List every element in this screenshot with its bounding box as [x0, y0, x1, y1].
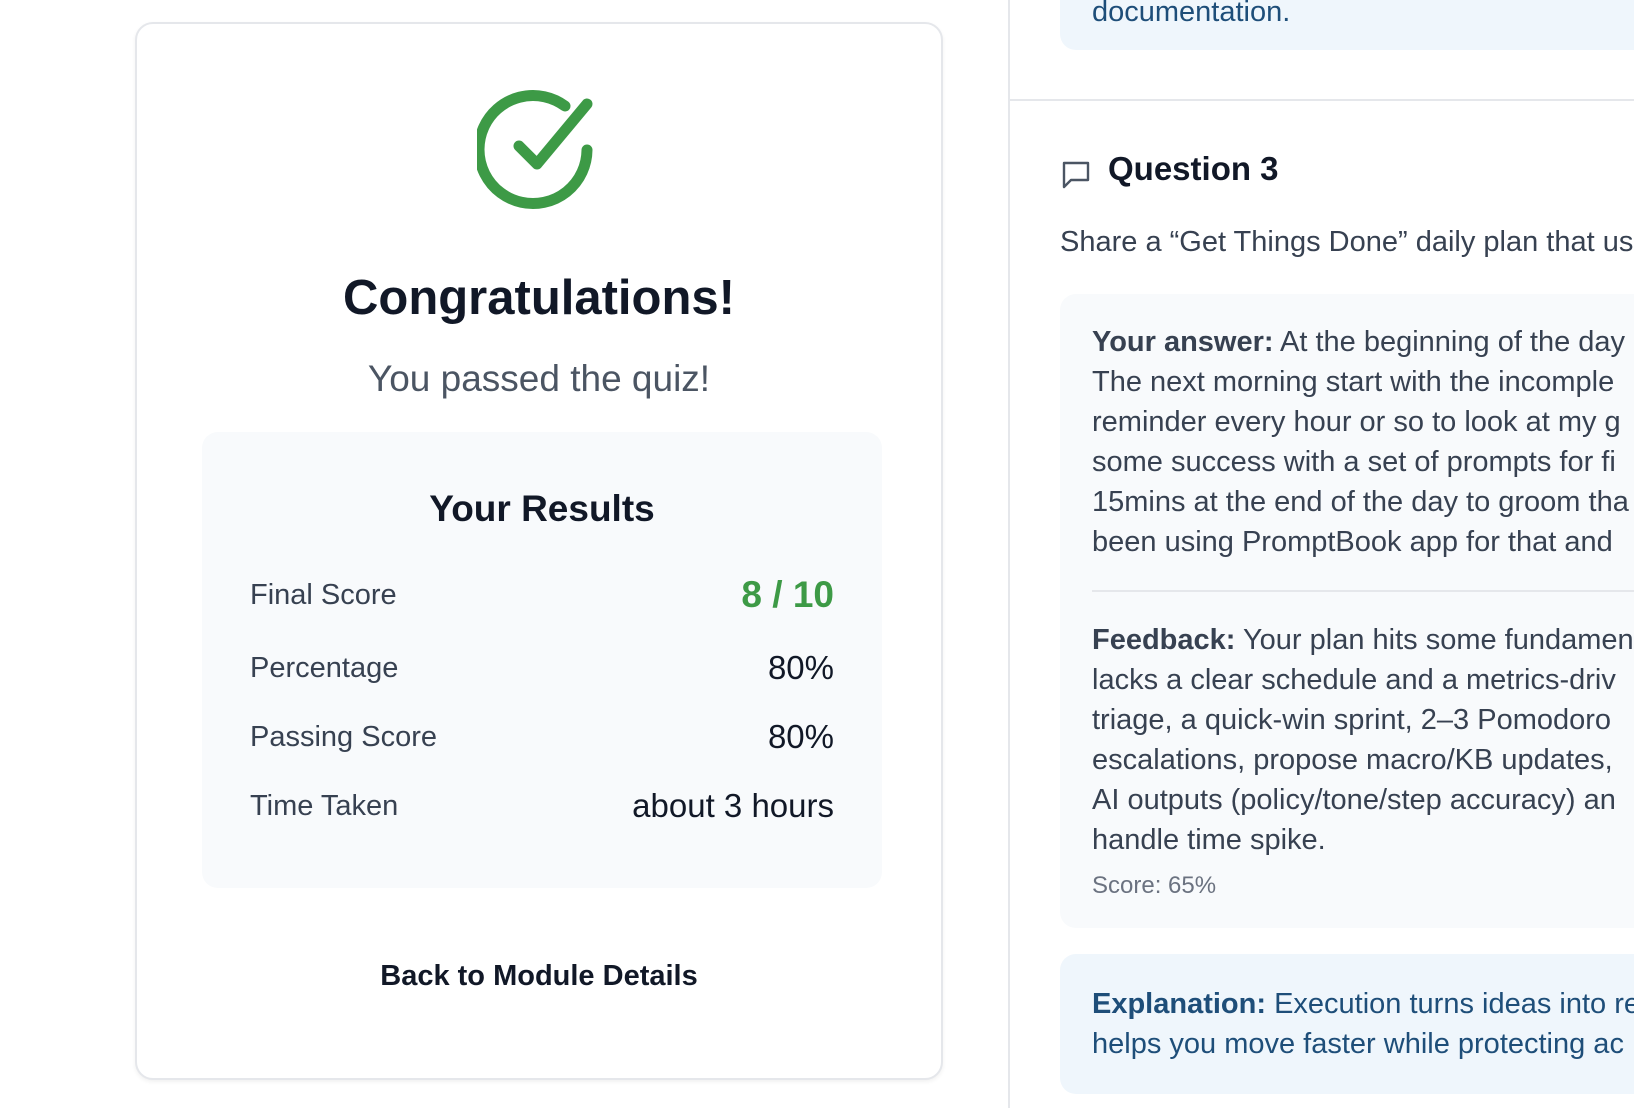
quiz-results-page: Congratulations! You passed the quiz! Yo…: [0, 0, 1634, 1108]
feedback-line: handle time spike.: [1092, 824, 1326, 856]
explanation: Explanation: Execution turns ideas into …: [1092, 984, 1634, 1064]
congratulations-title: Congratulations!: [343, 271, 735, 325]
time-taken-value: about 3 hours: [632, 787, 834, 824]
explanation-label: Explanation:: [1092, 988, 1267, 1020]
explanation-text: Execution turns ideas into re: [1266, 988, 1634, 1020]
user-answer: Your answer: At the beginning of the day…: [1092, 322, 1634, 562]
passing-score-label: Passing Score: [250, 720, 437, 753]
chat-bubble-icon: [1062, 161, 1090, 189]
final-score-row: Final Score 8 / 10: [250, 570, 834, 620]
feedback: Feedback: Your plan hits some fundamen l…: [1092, 620, 1634, 860]
answer-line: The next morning start with the incomple: [1092, 366, 1615, 398]
answer-line: some success with a set of prompts for f…: [1092, 446, 1616, 478]
feedback-line: lacks a clear schedule and a metrics-dri…: [1092, 664, 1616, 696]
answer-feedback-divider: [1092, 590, 1634, 592]
final-score-value: 8 / 10: [741, 574, 834, 615]
time-taken-row: Time Taken about 3 hours: [250, 781, 834, 831]
final-score-label: Final Score: [250, 578, 397, 611]
explanation-box: Explanation: Execution turns ideas into …: [1060, 954, 1634, 1094]
answer-text: At the beginning of the day: [1273, 326, 1626, 358]
explanation-line: helps you move faster while protecting a…: [1092, 1028, 1624, 1060]
answer-line: been using PromptBook app for that and: [1092, 526, 1613, 558]
question-title: Question 3: [1108, 150, 1279, 187]
feedback-label: Feedback:: [1092, 624, 1236, 656]
feedback-line: Feedback: Your plan hits some fundamen: [1092, 620, 1634, 660]
passing-score-value: 80%: [767, 718, 834, 755]
answer-feedback-box: Your answer: At the beginning of the day…: [1060, 294, 1634, 928]
back-to-module-button[interactable]: Back to Module Details: [137, 960, 941, 993]
answer-line: 15mins at the end of the day to groom th…: [1092, 486, 1629, 518]
percentage-label: Percentage: [250, 651, 399, 684]
results-panel: Your Results Final Score 8 / 10 Percenta…: [202, 432, 882, 888]
answer-label: Your answer:: [1092, 326, 1274, 358]
answer-line: Your answer: At the beginning of the day: [1092, 322, 1634, 362]
results-heading: Your Results: [429, 488, 655, 529]
result-card: Congratulations! You passed the quiz! Yo…: [135, 22, 943, 1080]
check-circle-icon: [477, 90, 593, 209]
explanation-line: Explanation: Execution turns ideas into …: [1092, 984, 1634, 1024]
time-taken-label: Time Taken: [250, 789, 399, 822]
answer-line: reminder every hour or so to look at my …: [1092, 406, 1621, 438]
question-score: Score: 65%: [1092, 872, 1217, 899]
feedback-line: AI outputs (policy/tone/step accuracy) a…: [1092, 784, 1616, 816]
previous-explanation-box: documentation.: [1060, 0, 1634, 50]
question-text: Share a “Get Things Done” daily plan tha…: [1060, 226, 1634, 258]
passing-score-row: Passing Score 80%: [250, 712, 834, 762]
pass-subtitle: You passed the quiz!: [367, 358, 711, 399]
percentage-row: Percentage 80%: [250, 643, 834, 693]
review-panel[interactable]: documentation. Question 3 Share a “Get T…: [1010, 0, 1634, 1108]
previous-explanation-text: documentation.: [1092, 0, 1291, 28]
feedback-text: Your plan hits some fundamen: [1235, 624, 1634, 656]
feedback-line: triage, a quick-win sprint, 2–3 Pomodoro: [1092, 704, 1612, 736]
feedback-line: escalations, propose macro/KB updates,: [1092, 744, 1613, 776]
percentage-value: 80%: [767, 649, 834, 686]
question-divider: [1010, 99, 1634, 101]
